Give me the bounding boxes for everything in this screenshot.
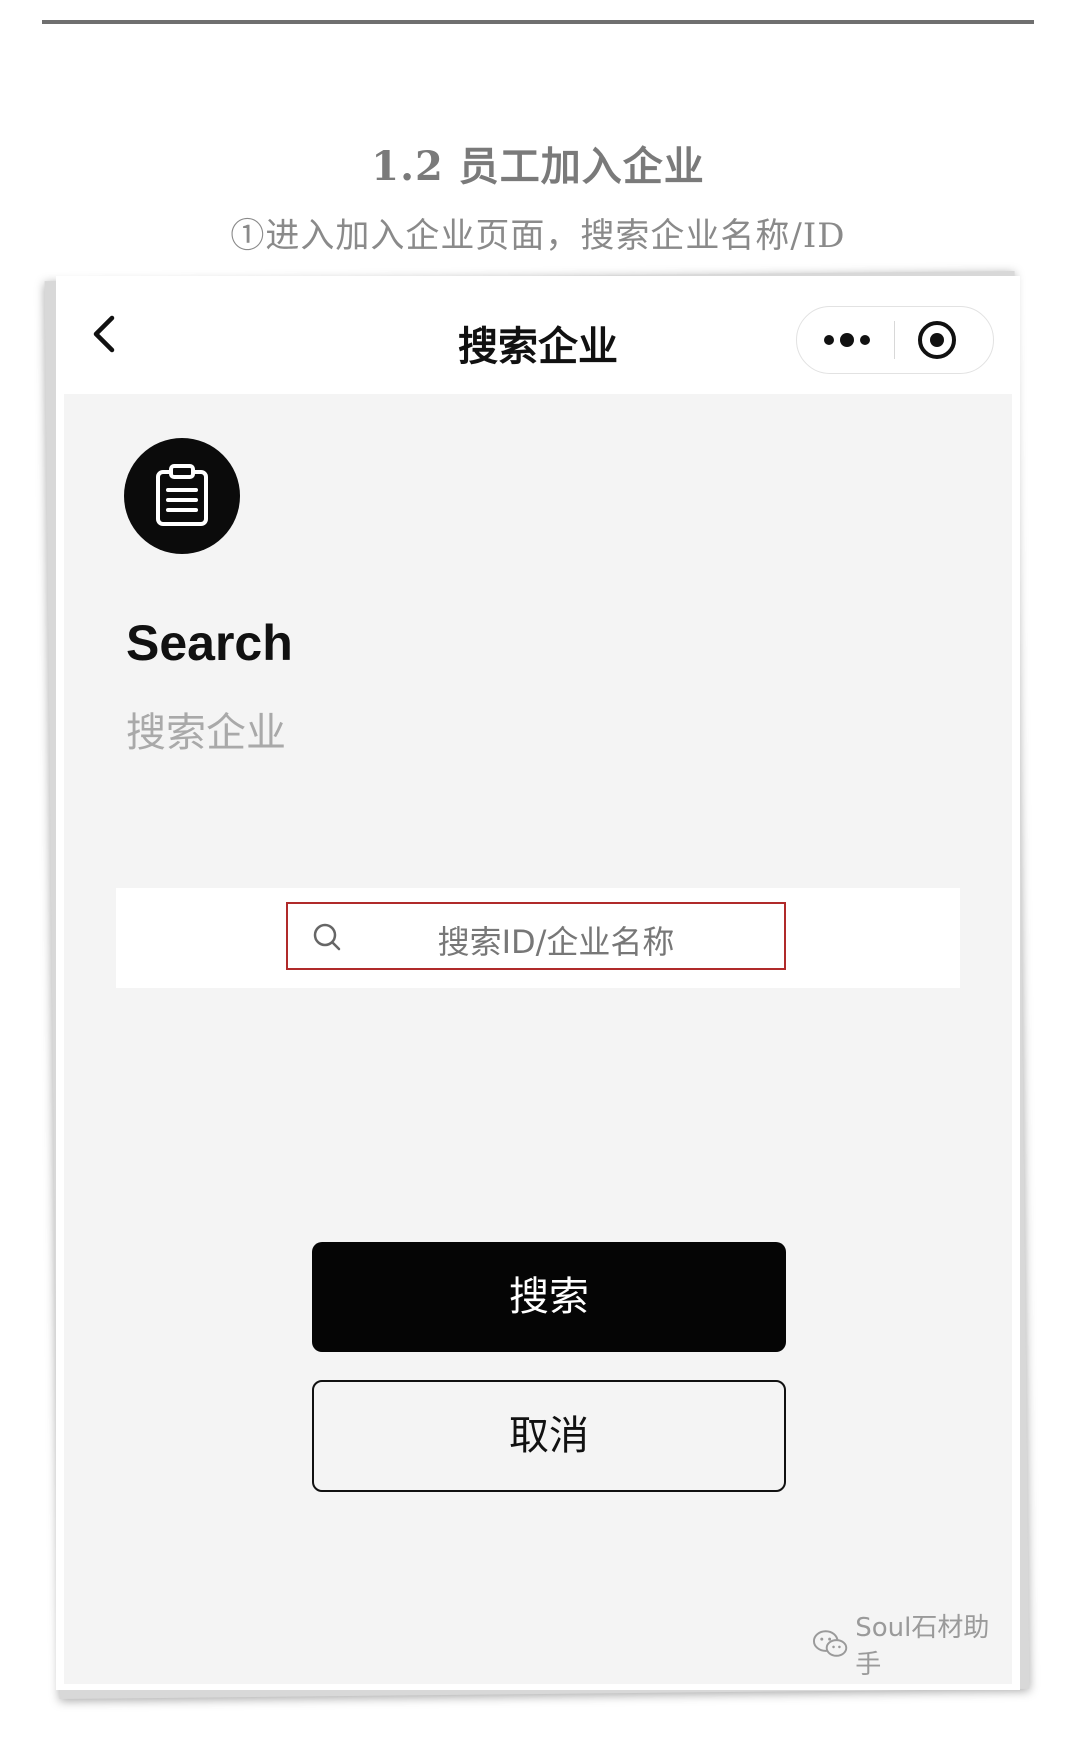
wechat-icon [812, 1630, 848, 1657]
search-placeholder: 搜索ID/企业名称 [437, 923, 675, 961]
page-heading: Search [126, 615, 293, 671]
search-input[interactable]: 搜索ID/企业名称 [286, 902, 786, 970]
search-button[interactable]: 搜索 [312, 1242, 786, 1352]
search-bar-container: 搜索ID/企业名称 [116, 888, 960, 988]
nav-bar: 搜索企业 [56, 276, 1020, 394]
watermark-text: Soul石材助手 [855, 1613, 990, 1680]
page-content: Search 搜索企业 搜索ID/企业名称 搜索 取消 Soul石材助手 [64, 394, 1012, 1684]
more-dots-icon[interactable] [819, 325, 875, 355]
page-subheading: 搜索企业 [126, 710, 286, 756]
section-title: 1.2 员工加入企业 [371, 143, 705, 190]
instruction-text: ①进入加入企业页面，搜索企业名称/ID [230, 216, 846, 256]
top-divider [42, 20, 1034, 24]
target-circle-icon[interactable] [915, 318, 959, 362]
watermark: Soul石材助手 [812, 1613, 1012, 1680]
clipboard-list-icon [124, 438, 240, 554]
mini-program-capsule [796, 306, 994, 374]
phone-screenshot: 搜索企业 Search 搜索企业 搜索ID/企业名称 搜索 取消 Soul石材助… [56, 276, 1020, 1690]
capsule-divider [894, 321, 895, 359]
cancel-button[interactable]: 取消 [312, 1380, 786, 1492]
